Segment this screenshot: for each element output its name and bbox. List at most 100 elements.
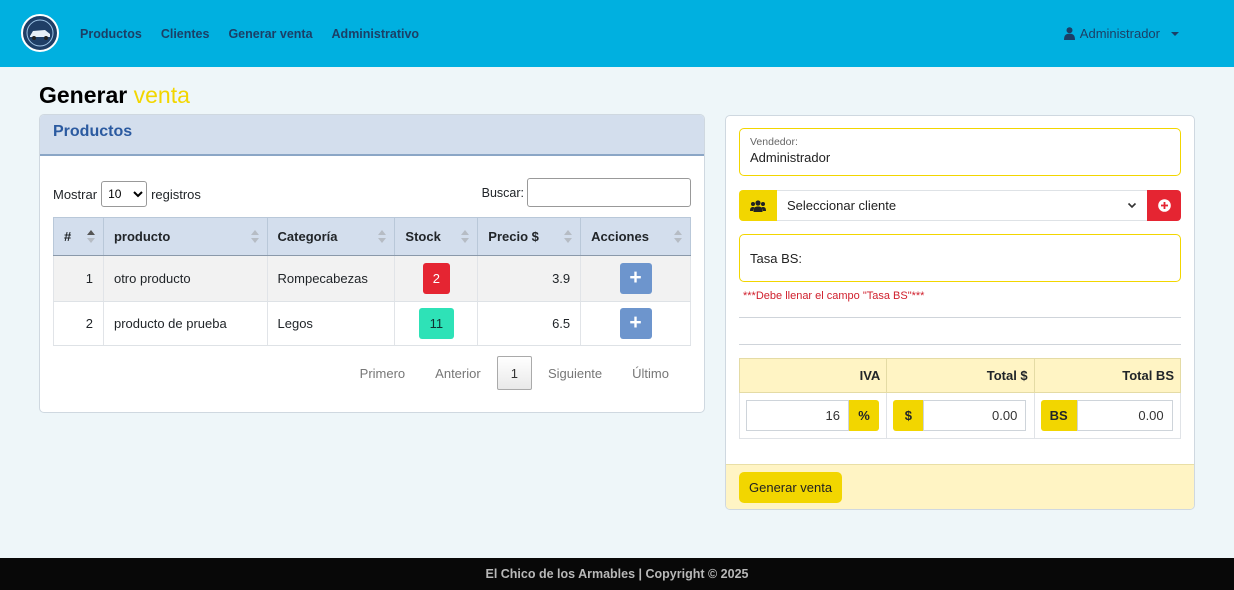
col-header-categoria[interactable]: Categoría bbox=[266, 217, 396, 256]
page-title-main: Generar bbox=[39, 82, 128, 108]
page-length-select[interactable]: 10 bbox=[101, 181, 148, 207]
cell-stock: 2 bbox=[394, 255, 479, 302]
top-navbar: Productos Clientes Generar venta Adminis… bbox=[0, 0, 1234, 67]
car-logo-icon bbox=[24, 17, 56, 49]
page-footer: El Chico de los Armables | Copyright © 2… bbox=[0, 558, 1234, 590]
page-title-accent: venta bbox=[133, 82, 190, 108]
page-first-button[interactable]: Primero bbox=[345, 366, 421, 381]
nav-clientes[interactable]: Clientes bbox=[161, 27, 210, 41]
cell-producto: producto de prueba bbox=[102, 301, 268, 346]
cell-acciones: + bbox=[580, 255, 691, 302]
iva-header: IVA bbox=[738, 358, 888, 393]
dollar-icon: $ bbox=[893, 400, 924, 431]
brand-logo[interactable] bbox=[21, 14, 59, 52]
show-label: Mostrar bbox=[53, 186, 98, 202]
chevron-down-icon bbox=[1127, 202, 1137, 209]
col-header-producto[interactable]: producto bbox=[102, 217, 268, 256]
products-table: # producto Categoría Stock Precio $ Acci… bbox=[53, 217, 691, 346]
divider bbox=[739, 317, 1181, 318]
total-bs-input[interactable] bbox=[1076, 400, 1173, 431]
rate-error-message: ***Debe llenar el campo "Tasa BS"*** bbox=[743, 290, 925, 302]
table-row: 1 otro producto Rompecabezas 2 3.9 + bbox=[53, 255, 691, 302]
cell-acciones: + bbox=[580, 301, 691, 346]
col-stock-label: Stock bbox=[405, 229, 441, 244]
plus-circle-icon bbox=[1157, 199, 1171, 212]
iva-cell: % bbox=[738, 392, 888, 439]
sort-icon bbox=[378, 230, 387, 244]
col-number-label: # bbox=[64, 229, 72, 244]
col-precio-label: Precio $ bbox=[488, 229, 539, 244]
client-select[interactable]: Seleccionar cliente bbox=[777, 190, 1147, 221]
page-next-button[interactable]: Siguiente bbox=[533, 366, 617, 381]
page-title: Generar venta bbox=[39, 82, 190, 109]
add-client-button[interactable] bbox=[1147, 190, 1181, 221]
stock-badge: 2 bbox=[422, 263, 450, 294]
divider bbox=[739, 344, 1181, 345]
nav-administrativo[interactable]: Administrativo bbox=[332, 27, 420, 41]
cell-stock: 11 bbox=[394, 301, 479, 346]
sort-icon bbox=[461, 230, 470, 244]
user-name: Administrador bbox=[1079, 26, 1160, 41]
page-last-button[interactable]: Último bbox=[617, 366, 684, 381]
total-bs-cell: BS bbox=[1033, 392, 1182, 439]
col-producto-label: producto bbox=[113, 229, 171, 244]
cell-producto: otro producto bbox=[102, 255, 268, 302]
client-select-value: Seleccionar cliente bbox=[787, 198, 897, 213]
col-acciones-label: Acciones bbox=[591, 229, 649, 244]
table-row: 2 producto de prueba Legos 11 6.5 + bbox=[53, 301, 691, 346]
search-label: Buscar: bbox=[481, 185, 524, 200]
cell-categoria: Legos bbox=[266, 301, 396, 346]
bs-currency-label: BS bbox=[1040, 400, 1077, 431]
seller-value: Administrador bbox=[750, 150, 831, 165]
percent-icon: % bbox=[849, 400, 879, 431]
products-card: Productos Mostrar 10 registros Buscar: #… bbox=[39, 114, 705, 413]
total-usd-header: Total $ bbox=[886, 358, 1035, 393]
cell-number: 2 bbox=[53, 301, 104, 346]
records-label: registros bbox=[151, 186, 201, 202]
stock-badge: 11 bbox=[418, 308, 454, 339]
page-prev-button[interactable]: Anterior bbox=[420, 366, 496, 381]
seller-label: Vendedor: bbox=[750, 136, 798, 148]
rate-field[interactable]: Tasa BS: bbox=[739, 234, 1181, 282]
seller-field[interactable]: Vendedor: Administrador bbox=[739, 128, 1181, 176]
add-product-button[interactable]: + bbox=[619, 263, 652, 294]
cell-categoria: Rompecabezas bbox=[266, 255, 396, 302]
sort-asc-icon bbox=[86, 230, 95, 244]
col-header-stock[interactable]: Stock bbox=[394, 217, 479, 256]
products-card-header: Productos bbox=[40, 115, 704, 156]
totals-table: IVA Total $ Total BS % $ bbox=[738, 358, 1182, 439]
user-menu[interactable]: Administrador bbox=[1063, 0, 1179, 67]
total-usd-input[interactable] bbox=[923, 400, 1027, 431]
sort-icon bbox=[250, 230, 259, 244]
rate-label: Tasa BS: bbox=[750, 250, 803, 266]
col-header-precio[interactable]: Precio $ bbox=[477, 217, 582, 256]
cell-precio: 6.5 bbox=[477, 301, 582, 346]
col-header-acciones[interactable]: Acciones bbox=[580, 217, 691, 256]
search-input[interactable] bbox=[527, 178, 691, 207]
products-heading: Productos bbox=[53, 123, 133, 140]
users-icon bbox=[739, 190, 777, 221]
col-categoria-label: Categoría bbox=[277, 229, 338, 244]
page-current-button[interactable]: 1 bbox=[496, 356, 532, 390]
total-usd-cell: $ bbox=[886, 392, 1035, 439]
search-filter: Buscar: bbox=[482, 178, 691, 207]
total-bs-header: Total BS bbox=[1033, 358, 1182, 393]
nav-generar-venta[interactable]: Generar venta bbox=[228, 27, 312, 41]
datatable-controls: Mostrar 10 registros Buscar: bbox=[53, 178, 691, 208]
sale-card: Vendedor: Administrador Seleccionar clie… bbox=[725, 115, 1195, 510]
sort-icon bbox=[564, 230, 573, 244]
cell-number: 1 bbox=[53, 255, 104, 302]
cell-precio: 3.9 bbox=[477, 255, 582, 302]
pagination: Primero Anterior 1 Siguiente Último bbox=[345, 356, 684, 390]
page-length: Mostrar 10 registros bbox=[53, 181, 201, 207]
generate-sale-button[interactable]: Generar venta bbox=[739, 472, 843, 503]
col-header-number[interactable]: # bbox=[53, 217, 104, 256]
client-selector: Seleccionar cliente bbox=[739, 190, 1181, 221]
user-icon bbox=[1063, 27, 1075, 40]
sort-icon bbox=[674, 230, 682, 244]
iva-input[interactable] bbox=[746, 400, 849, 431]
add-product-button[interactable]: + bbox=[619, 308, 652, 339]
sale-card-footer: Generar venta bbox=[726, 464, 1194, 509]
nav-productos[interactable]: Productos bbox=[80, 27, 142, 41]
caret-down-icon bbox=[1171, 31, 1179, 36]
